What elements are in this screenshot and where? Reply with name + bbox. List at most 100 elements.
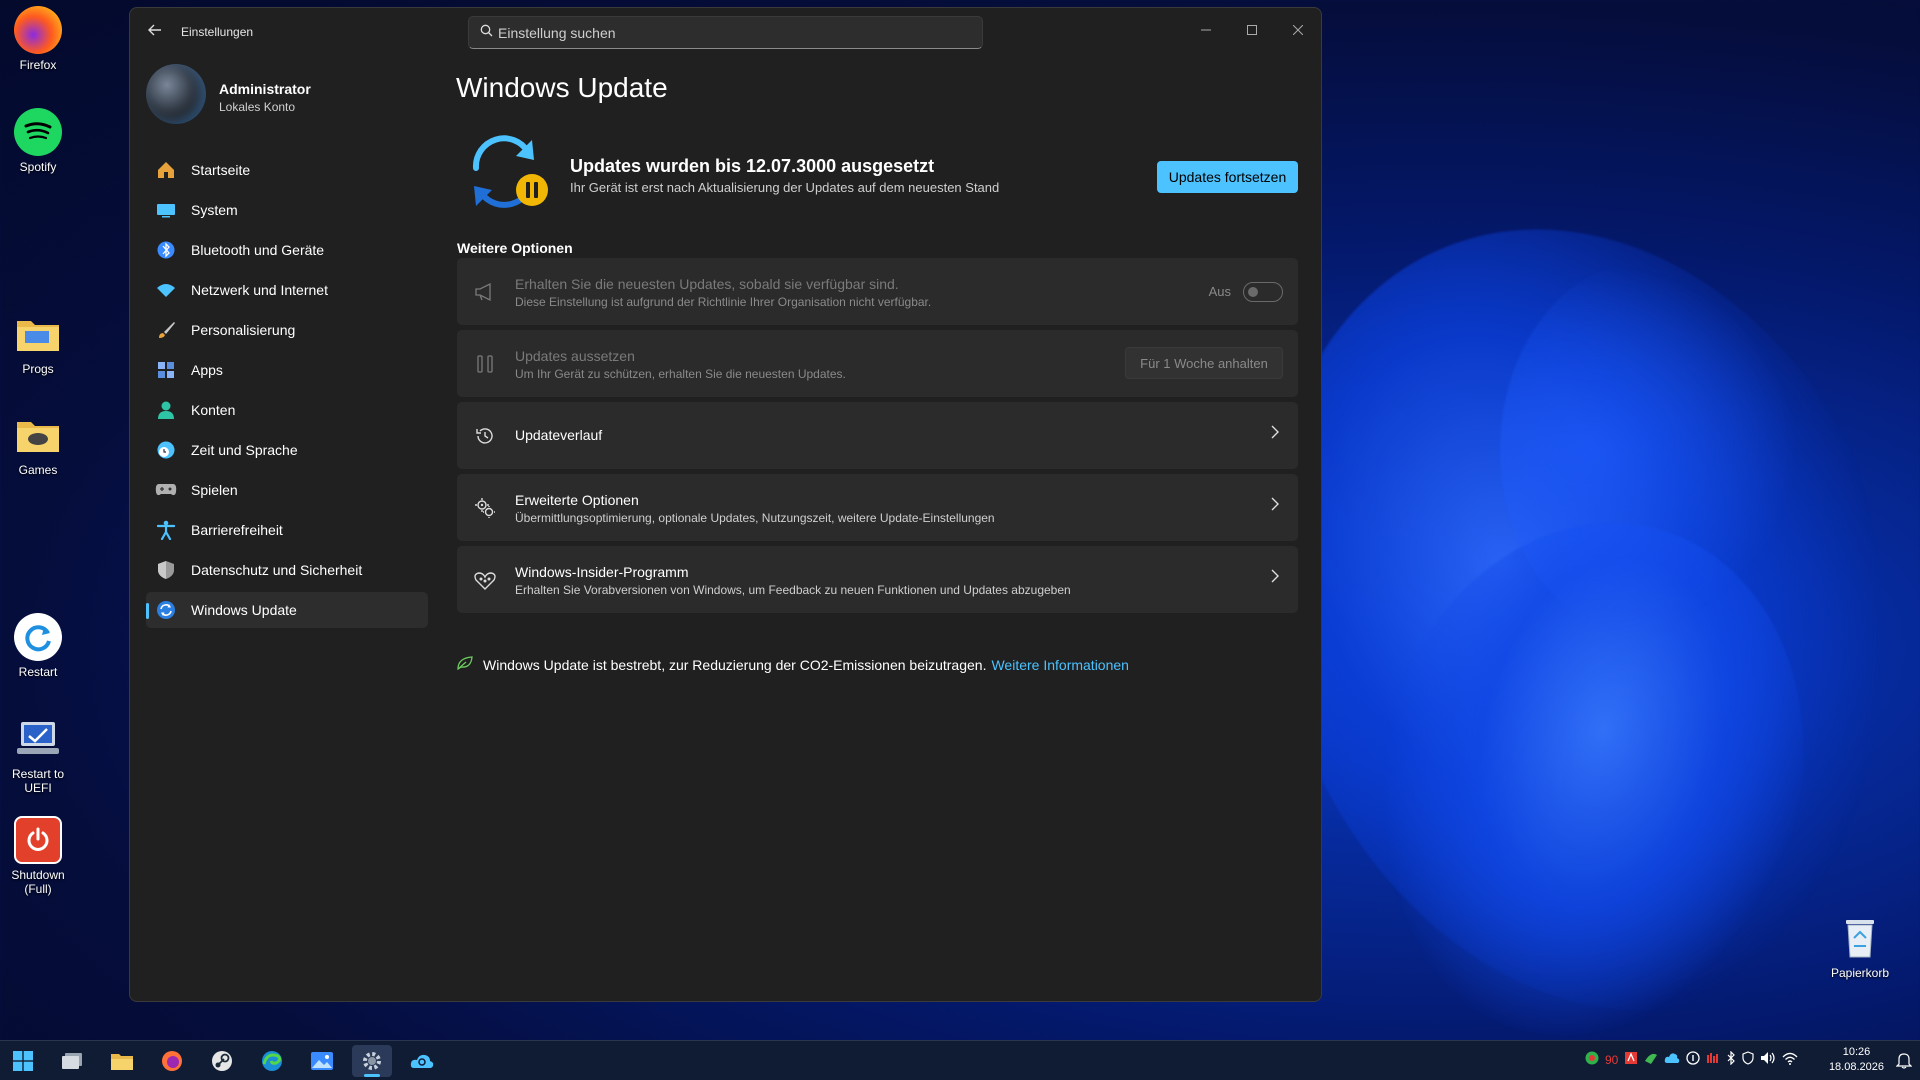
notification-bell[interactable] (1895, 1051, 1913, 1074)
desktop-icon-spotify[interactable]: Spotify (0, 108, 76, 174)
desktop-icon-shutdown[interactable]: Shutdown (Full) (0, 816, 76, 896)
sidebar-item-label: Bluetooth und Geräte (191, 242, 325, 258)
sidebar-item-netzwerk[interactable]: Netzwerk und Internet (146, 272, 428, 308)
start-button[interactable] (3, 1045, 43, 1077)
tray-counter[interactable]: 90 (1605, 1053, 1618, 1067)
firefox-icon (14, 6, 62, 54)
sidebar-item-startseite[interactable]: Startseite (146, 152, 428, 188)
task-view-button[interactable] (52, 1045, 92, 1077)
sidebar-item-konten[interactable]: Konten (146, 392, 428, 428)
desktop-icon-restart-uefi[interactable]: Restart to UEFI (0, 715, 76, 795)
sidebar-item-bluetooth[interactable]: Bluetooth und Geräte (146, 232, 428, 268)
sidebar-item-datenschutz[interactable]: Datenschutz und Sicherheit (146, 552, 428, 588)
history-icon (473, 424, 497, 448)
sidebar-item-barrierefreiheit[interactable]: Barrierefreiheit (146, 512, 428, 548)
desktop-icon-restart[interactable]: Restart (0, 613, 76, 679)
tray-chrome-icon[interactable] (1585, 1051, 1599, 1068)
leaf-icon (457, 656, 473, 673)
system-tray: 90 (1585, 1050, 1798, 1068)
option-latest-updates: Erhalten Sie die neuesten Updates, sobal… (457, 258, 1298, 325)
power-icon (14, 816, 62, 864)
taskbar-onedrive[interactable] (402, 1045, 442, 1077)
uefi-icon (14, 715, 62, 763)
back-arrow-icon (148, 24, 161, 36)
section-title: Weitere Optionen (457, 240, 573, 256)
option-subtitle: Um Ihr Gerät zu schützen, erhalten Sie d… (515, 367, 846, 381)
system-clock[interactable]: 10:26 18.08.2026 (1829, 1045, 1884, 1075)
monitor-icon (155, 199, 177, 221)
sidebar-item-label: Startseite (191, 162, 251, 178)
home-icon (155, 159, 177, 181)
folder-icon (14, 310, 62, 358)
clock-date: 18.08.2026 (1828, 1061, 1884, 1073)
recycle-bin-icon (1836, 914, 1884, 962)
tray-app-icon[interactable] (1624, 1051, 1638, 1068)
desktop-icon-label: Firefox (19, 58, 57, 72)
desktop-icon-games[interactable]: Games (0, 411, 76, 477)
back-button[interactable] (144, 22, 166, 44)
app-title: Einstellungen (181, 25, 254, 39)
tray-color-icon[interactable] (1644, 1051, 1658, 1068)
option-title: Updateverlauf (515, 427, 603, 443)
search-box[interactable] (468, 16, 983, 49)
page-title: Windows Update (456, 72, 668, 103)
tray-info-icon[interactable] (1686, 1051, 1701, 1068)
sidebar-item-zeit-sprache[interactable]: Zeit und Sprache (146, 432, 428, 468)
option-advanced[interactable]: Erweiterte Optionen Übermittlungsoptimie… (457, 474, 1298, 541)
close-icon (1292, 24, 1304, 36)
minimize-button[interactable] (1183, 16, 1229, 46)
account-icon (155, 399, 177, 421)
eco-notice: Windows Update ist bestrebt, zur Reduzie… (457, 656, 1129, 673)
desktop-icon-progs[interactable]: Progs (0, 310, 76, 376)
option-pause-updates: Updates aussetzen Um Ihr Gerät zu schütz… (457, 330, 1298, 397)
taskbar-steam[interactable] (202, 1045, 242, 1077)
tray-security-icon[interactable] (1742, 1051, 1754, 1068)
accessibility-icon (155, 519, 177, 541)
resume-updates-button[interactable]: Updates fortsetzen (1157, 161, 1298, 193)
toggle-state-label: Aus (1208, 284, 1231, 299)
restart-icon (14, 613, 62, 661)
windows-update-icon (155, 599, 177, 621)
profile-name: Administrator (219, 81, 311, 97)
option-update-history[interactable]: Updateverlauf (457, 402, 1298, 469)
taskbar-settings[interactable] (352, 1045, 392, 1077)
tray-wifi-icon[interactable] (1782, 1052, 1798, 1068)
firefox-icon (162, 1051, 182, 1071)
sidebar-nav: Startseite System Bluetooth und Geräte N… (146, 152, 428, 632)
shield-icon (155, 559, 177, 581)
option-subtitle: Erhalten Sie Vorabversionen von Windows,… (515, 583, 1071, 597)
sidebar-item-spielen[interactable]: Spielen (146, 472, 428, 508)
taskbar-firefox[interactable] (152, 1045, 192, 1077)
sidebar-item-windows-update[interactable]: Windows Update (146, 592, 428, 628)
desktop-icon-label: Progs (22, 362, 54, 376)
search-input[interactable] (498, 20, 968, 45)
close-button[interactable] (1275, 16, 1321, 46)
bluetooth-icon (155, 239, 177, 261)
desktop-icon-recycle-bin[interactable]: Papierkorb (1822, 914, 1898, 980)
bell-icon (1895, 1053, 1913, 1069)
maximize-button[interactable] (1229, 16, 1275, 46)
tray-bluetooth-icon[interactable] (1726, 1050, 1736, 1068)
status-subtitle: Ihr Gerät ist erst nach Aktualisierung d… (570, 180, 1000, 195)
sidebar-item-label: Datenschutz und Sicherheit (191, 562, 363, 578)
sidebar-item-personalisierung[interactable]: Personalisierung (146, 312, 428, 348)
tray-cloud-icon[interactable] (1664, 1052, 1680, 1067)
taskbar-photos[interactable] (302, 1045, 342, 1077)
sidebar-item-apps[interactable]: Apps (146, 352, 428, 388)
option-title: Windows-Insider-Programm (515, 564, 689, 580)
globe-clock-icon (155, 439, 177, 461)
taskbar-edge[interactable] (252, 1045, 292, 1077)
desktop-icon-firefox[interactable]: Firefox (0, 6, 76, 72)
more-info-link[interactable]: Weitere Informationen (991, 657, 1128, 673)
taskbar-file-explorer[interactable] (102, 1045, 142, 1077)
task-view-icon (62, 1053, 82, 1069)
sidebar-item-system[interactable]: System (146, 192, 428, 228)
tray-volume-icon[interactable] (1760, 1051, 1776, 1068)
option-subtitle: Übermittlungsoptimierung, optionale Upda… (515, 511, 995, 525)
sidebar-item-label: Netzwerk und Internet (191, 282, 328, 298)
desktop-icon-label: Papierkorb (1830, 966, 1890, 980)
option-insider-program[interactable]: Windows-Insider-Programm Erhalten Sie Vo… (457, 546, 1298, 613)
user-profile[interactable]: Administrator Lokales Konto (146, 64, 436, 130)
gears-icon (473, 496, 497, 520)
tray-meter-icon[interactable] (1706, 1052, 1720, 1067)
